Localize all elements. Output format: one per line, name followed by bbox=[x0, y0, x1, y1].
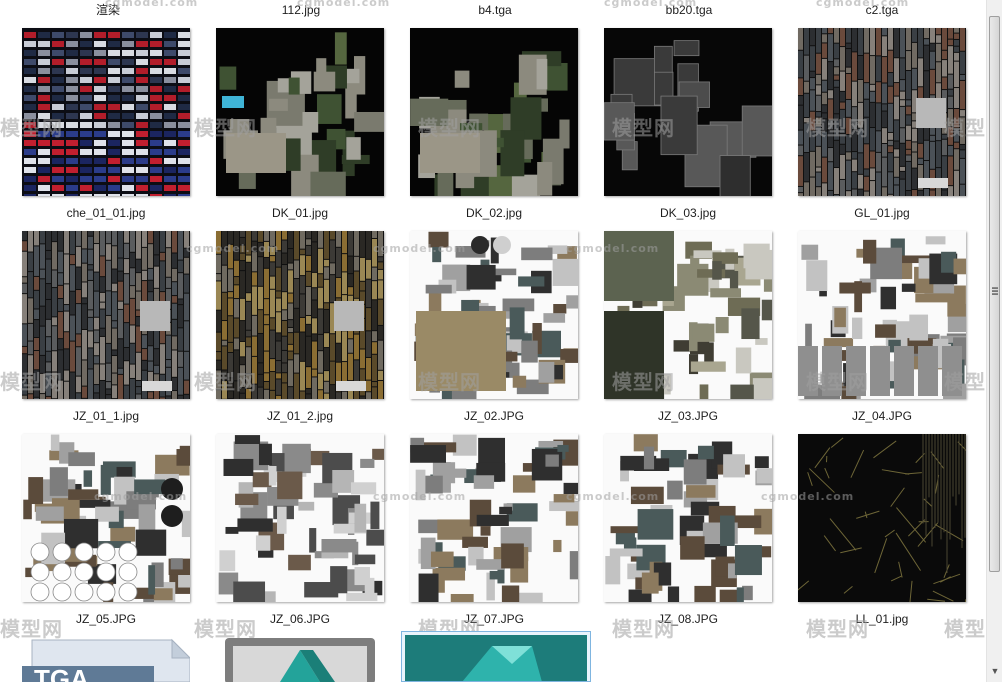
tga-file-icon[interactable]: TGA bbox=[22, 636, 190, 682]
texture-preview-image bbox=[410, 28, 578, 196]
file-thumbnail[interactable] bbox=[216, 434, 384, 602]
file-name-label[interactable]: JZ_06.JPG bbox=[205, 612, 395, 626]
file-name-label[interactable]: b4.tga bbox=[400, 3, 590, 17]
scrollbar-thumb[interactable]: ▬ ▬ ▬ bbox=[989, 16, 1000, 572]
file-name-label[interactable]: JZ_08.JPG bbox=[593, 612, 783, 626]
file-thumbnail[interactable] bbox=[410, 28, 578, 196]
texture-preview-image bbox=[22, 28, 190, 196]
file-thumbnail[interactable] bbox=[798, 231, 966, 399]
texture-preview-image bbox=[604, 231, 772, 399]
file-name-label[interactable]: JZ_01_2.jpg bbox=[205, 409, 395, 423]
file-name-label[interactable]: LL_01.jpg bbox=[787, 612, 977, 626]
vertical-scrollbar[interactable]: ▬ ▬ ▬ ▼ bbox=[986, 0, 1002, 682]
file-thumbnail[interactable] bbox=[216, 231, 384, 399]
file-name-label[interactable]: JZ_07.JPG bbox=[399, 612, 589, 626]
grip-icon: ▬ ▬ ▬ bbox=[992, 285, 998, 297]
texture-preview-image bbox=[216, 28, 384, 196]
texture-preview-image bbox=[798, 28, 966, 196]
file-thumbnail[interactable] bbox=[798, 434, 966, 602]
file-thumbnail[interactable] bbox=[604, 28, 772, 196]
texture-preview-image bbox=[410, 434, 578, 602]
file-thumbnail[interactable] bbox=[798, 28, 966, 196]
file-name-label[interactable]: DK_01.jpg bbox=[205, 206, 395, 220]
texture-preview-image bbox=[22, 434, 190, 602]
file-thumbnail[interactable] bbox=[410, 231, 578, 399]
file-name-label[interactable]: JZ_03.JPG bbox=[593, 409, 783, 423]
texture-preview-image bbox=[410, 231, 578, 399]
file-thumbnail[interactable] bbox=[22, 434, 190, 602]
file-name-label[interactable]: JZ_05.JPG bbox=[11, 612, 201, 626]
file-name-label[interactable]: bb20.tga bbox=[594, 3, 784, 17]
file-thumbnail[interactable] bbox=[216, 28, 384, 196]
tga-icon-text: TGA bbox=[34, 664, 89, 682]
texture-preview-image bbox=[604, 434, 772, 602]
file-name-label[interactable]: GL_01.jpg bbox=[787, 206, 977, 220]
texture-preview-image bbox=[216, 231, 384, 399]
texture-preview-image bbox=[604, 28, 772, 196]
texture-preview-image bbox=[22, 231, 190, 399]
file-thumbnail-grid: 渲染 112.jpg b4.tga bb20.tga c2.tga che_01… bbox=[0, 0, 986, 682]
scroll-down-arrow-icon[interactable]: ▼ bbox=[990, 665, 1000, 677]
file-name-label[interactable]: 112.jpg bbox=[206, 3, 396, 17]
file-name-label[interactable]: JZ_02.JPG bbox=[399, 409, 589, 423]
file-thumbnail[interactable] bbox=[604, 231, 772, 399]
texture-preview-image bbox=[216, 434, 384, 602]
file-name-label[interactable]: JZ_01_1.jpg bbox=[11, 409, 201, 423]
file-name-label[interactable]: che_01_01.jpg bbox=[11, 206, 201, 220]
3dsmax-file-icon[interactable] bbox=[225, 636, 375, 682]
file-thumbnail[interactable] bbox=[604, 434, 772, 602]
file-thumbnail[interactable] bbox=[22, 231, 190, 399]
file-name-label[interactable]: DK_02.jpg bbox=[399, 206, 589, 220]
file-thumbnail[interactable] bbox=[410, 434, 578, 602]
file-name-label[interactable]: 渲染 bbox=[13, 3, 203, 17]
file-thumbnail[interactable] bbox=[22, 28, 190, 196]
file-name-label[interactable]: DK_03.jpg bbox=[593, 206, 783, 220]
3dsmax-file-icon-selected[interactable] bbox=[401, 631, 591, 682]
texture-preview-image bbox=[798, 231, 966, 399]
file-name-label[interactable]: c2.tga bbox=[787, 3, 977, 17]
file-name-label[interactable]: JZ_04.JPG bbox=[787, 409, 977, 423]
texture-preview-image bbox=[798, 434, 966, 602]
